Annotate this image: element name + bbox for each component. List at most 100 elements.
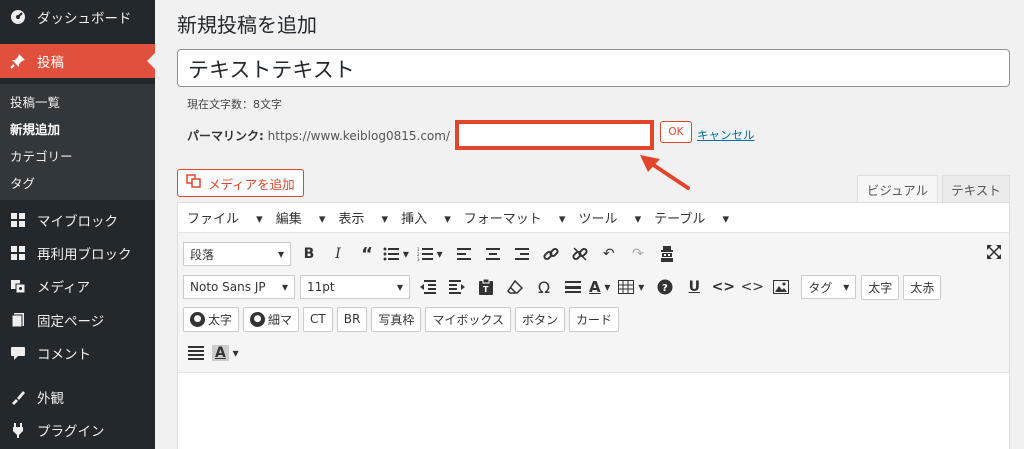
comment-icon bbox=[8, 343, 28, 363]
character-icon[interactable] bbox=[654, 242, 680, 266]
sidebar-item-plugins[interactable]: プラグイン bbox=[0, 413, 155, 447]
blockquote-icon[interactable]: “ bbox=[354, 242, 380, 266]
page-icon bbox=[8, 310, 28, 330]
link-icon[interactable] bbox=[538, 242, 564, 266]
appearance-icon bbox=[8, 387, 28, 407]
add-media-button[interactable]: メディアを追加 bbox=[177, 169, 304, 197]
menu-view[interactable]: 表示 ▾ bbox=[338, 208, 388, 227]
user-circle-icon: ● bbox=[250, 311, 266, 327]
circle-bold-button[interactable]: ● 太字 bbox=[183, 306, 240, 332]
menu-tools[interactable]: ツール ▾ bbox=[578, 208, 641, 227]
editor-toolbar: 段落 ▾ B I “ ▾ 123 ▾ ↶ ↷ Noto Sans JP ▾ 11… bbox=[178, 233, 1009, 373]
unlink-icon[interactable] bbox=[567, 242, 593, 266]
format-select[interactable]: 段落 ▾ bbox=[183, 242, 291, 266]
sidebar-item-media[interactable]: メディア bbox=[0, 269, 155, 303]
code-icon[interactable]: <> bbox=[710, 275, 736, 299]
media-add-icon bbox=[186, 174, 202, 192]
permalink-url: https://www.keiblog0815.com/ bbox=[267, 129, 450, 143]
toolbar-row-2: Noto Sans JP ▾ 11pt ▾ T Ω A ▾ ▾ ? U <> <… bbox=[183, 273, 945, 301]
submenu-all-posts[interactable]: 投稿一覧 bbox=[10, 92, 60, 111]
align-right-icon[interactable] bbox=[509, 242, 535, 266]
size-select[interactable]: 11pt ▾ bbox=[300, 275, 410, 299]
card-button[interactable]: カード bbox=[569, 306, 620, 332]
sidebar-item-reusable-blocks[interactable]: 再利用ブロック bbox=[0, 236, 155, 270]
blocks-icon bbox=[8, 210, 28, 230]
sidebar-item-dashboard[interactable]: ダッシュボード bbox=[0, 0, 155, 34]
sidebar-item-label: 固定ページ bbox=[37, 314, 105, 330]
cancel-link[interactable]: キャンセル bbox=[697, 127, 755, 143]
svg-text:?: ? bbox=[662, 283, 668, 294]
submenu-tags[interactable]: タグ bbox=[10, 173, 35, 192]
media-icon bbox=[8, 276, 28, 296]
photo-frame-button[interactable]: 写真枠 bbox=[371, 306, 422, 332]
post-title-input[interactable]: テキストテキスト bbox=[177, 49, 1010, 87]
bullet-list-icon[interactable]: ▾ bbox=[383, 247, 409, 261]
outdent-icon[interactable] bbox=[415, 275, 441, 299]
sidebar-item-label: 投稿 bbox=[37, 55, 64, 71]
horizontal-rule-icon[interactable] bbox=[560, 275, 586, 299]
menu-table[interactable]: テーブル ▾ bbox=[654, 208, 729, 227]
bold-icon[interactable]: B bbox=[296, 242, 322, 266]
underline-icon[interactable]: U bbox=[681, 275, 707, 299]
sidebar-item-posts[interactable]: 投稿 bbox=[0, 44, 155, 78]
image-icon[interactable] bbox=[768, 275, 794, 299]
paste-icon[interactable]: T bbox=[473, 275, 499, 299]
submenu-categories[interactable]: カテゴリー bbox=[10, 146, 73, 165]
toolbar-row-1: 段落 ▾ B I “ ▾ 123 ▾ ↶ ↷ bbox=[183, 240, 683, 268]
editor: ファイル ▾ 編集 ▾ 表示 ▾ 挿入 ▾ フォーマット ▾ ツール ▾ テーブ… bbox=[177, 202, 1010, 449]
my-box-button[interactable]: マイボックス bbox=[425, 306, 511, 332]
toolbar-row-3: ● 太字 ● 細マ CT BR 写真枠 マイボックス ボタン カード bbox=[183, 305, 623, 333]
bold-jp-button[interactable]: 太字 bbox=[861, 274, 900, 300]
menu-insert[interactable]: 挿入 ▾ bbox=[401, 208, 451, 227]
sidebar-item-pages[interactable]: 固定ページ bbox=[0, 303, 155, 337]
table-icon[interactable]: ▾ bbox=[618, 280, 644, 294]
font-select[interactable]: Noto Sans JP ▾ bbox=[183, 275, 295, 299]
align-center-icon[interactable] bbox=[480, 242, 506, 266]
help-icon[interactable]: ? bbox=[652, 275, 678, 299]
circle-thin-button[interactable]: ● 細マ bbox=[243, 306, 300, 332]
reusable-blocks-icon bbox=[8, 243, 28, 263]
permalink-label: パーマリンク: bbox=[187, 129, 264, 143]
page-title: 新規投稿を追加 bbox=[177, 13, 317, 37]
sidebar-item-label: マイブロック bbox=[37, 214, 118, 230]
paragraph-icon[interactable] bbox=[183, 341, 209, 365]
italic-icon[interactable]: I bbox=[325, 242, 351, 266]
plugin-icon bbox=[8, 420, 28, 440]
numbered-list-icon[interactable]: 123 ▾ bbox=[417, 247, 443, 261]
dashboard-icon bbox=[8, 7, 28, 27]
button-button[interactable]: ボタン bbox=[514, 306, 565, 332]
tab-visual[interactable]: ビジュアル bbox=[857, 175, 938, 203]
slug-input[interactable] bbox=[455, 120, 654, 150]
sidebar-item-my-blocks[interactable]: マイブロック bbox=[0, 203, 155, 237]
ok-button[interactable]: OK bbox=[660, 121, 692, 143]
pin-icon bbox=[8, 51, 28, 71]
undo-icon[interactable]: ↶ bbox=[596, 242, 622, 266]
text-color-icon[interactable]: A ▾ bbox=[589, 278, 610, 296]
submenu-add-new[interactable]: 新規追加 bbox=[10, 119, 60, 138]
menu-file[interactable]: ファイル ▾ bbox=[187, 208, 263, 227]
menu-edit[interactable]: 編集 ▾ bbox=[276, 208, 326, 227]
add-media-label: メディアを追加 bbox=[208, 176, 295, 192]
tab-text[interactable]: テキスト bbox=[942, 175, 1010, 203]
redo-icon[interactable]: ↷ bbox=[625, 242, 651, 266]
background-color-icon[interactable]: A ▾ bbox=[212, 345, 239, 361]
menu-format[interactable]: フォーマット ▾ bbox=[464, 208, 566, 227]
ct-button[interactable]: CT bbox=[303, 306, 333, 332]
omega-icon[interactable]: Ω bbox=[531, 275, 557, 299]
fullscreen-icon[interactable] bbox=[981, 240, 1007, 264]
sidebar-item-label: メディア bbox=[37, 280, 91, 296]
annotation-arrow bbox=[640, 155, 690, 190]
permalink: パーマリンク: https://www.keiblog0815.com/ bbox=[187, 127, 450, 144]
eraser-icon[interactable] bbox=[502, 275, 528, 299]
sidebar-item-label: 外観 bbox=[37, 391, 64, 407]
indent-icon[interactable] bbox=[444, 275, 470, 299]
sidebar-item-appearance[interactable]: 外観 bbox=[0, 380, 155, 414]
tag-select[interactable]: タグ ▾ bbox=[801, 275, 857, 299]
red-bold-button[interactable]: 太赤 bbox=[903, 274, 942, 300]
html-code-icon[interactable]: <> bbox=[739, 275, 765, 299]
align-left-icon[interactable] bbox=[451, 242, 477, 266]
editor-content-area[interactable] bbox=[178, 374, 1009, 449]
admin-sidebar: ダッシュボード 投稿 投稿一覧 新規追加 カテゴリー タグ マイブロック 再利用… bbox=[0, 0, 155, 449]
br-button[interactable]: BR bbox=[336, 306, 368, 332]
sidebar-item-comments[interactable]: コメント bbox=[0, 336, 155, 370]
